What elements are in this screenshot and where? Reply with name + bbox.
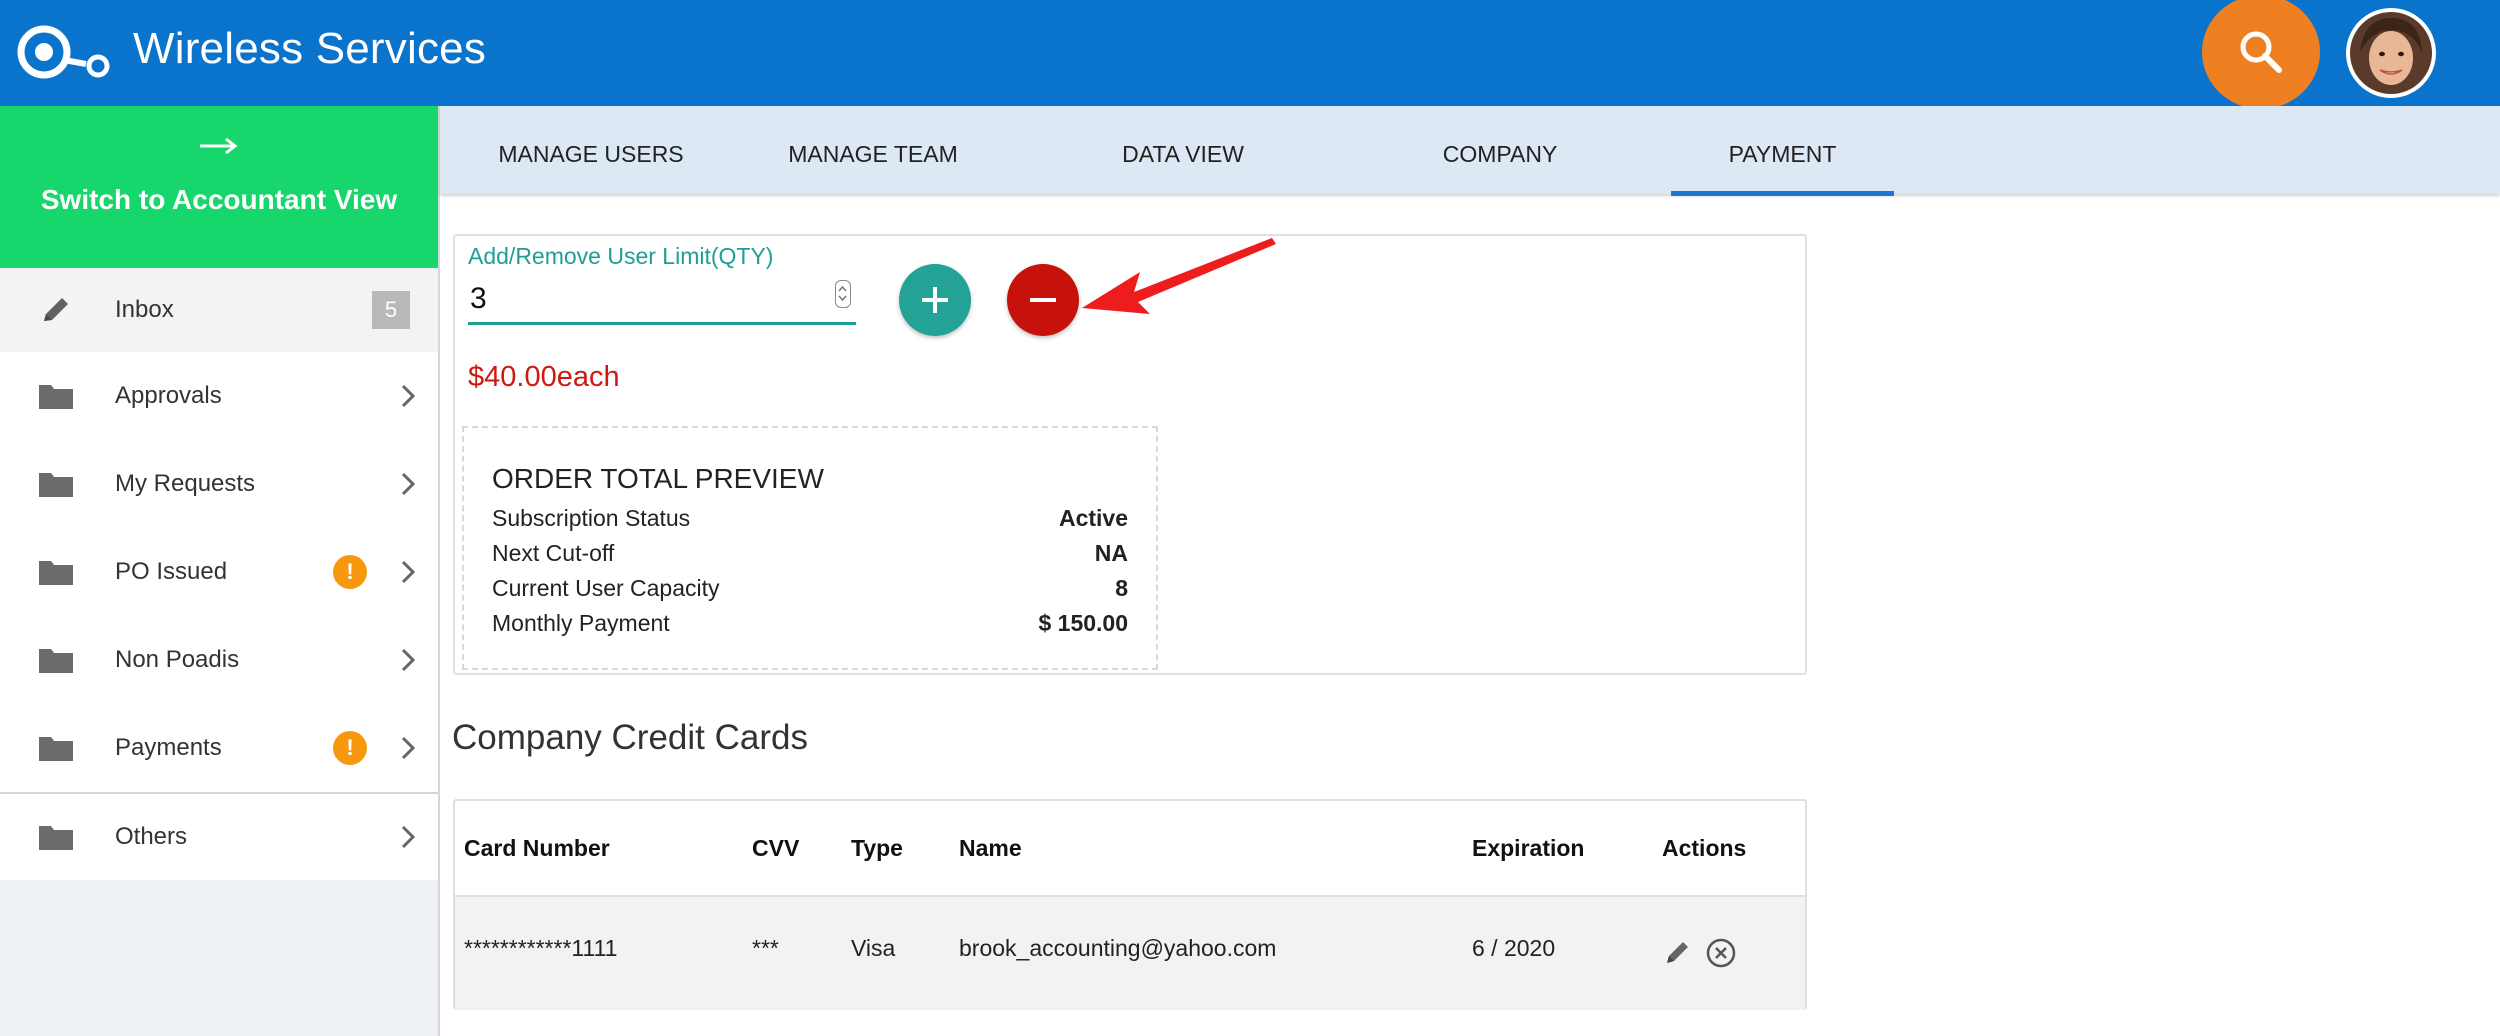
folder-icon	[39, 737, 73, 761]
sidebar-menu: Inbox 5 Approvals My Requests PO Issued …	[0, 268, 438, 880]
preview-row-value: 8	[1115, 575, 1128, 601]
top-app-bar: Wireless Services	[0, 0, 2500, 109]
column-header: Actions	[1662, 835, 1747, 861]
alert-icon: !	[333, 555, 367, 589]
table-row: ************1111 *** Visa brook_accounti…	[455, 897, 1805, 1010]
sidebar-item-label: PO Issued	[115, 558, 228, 585]
inbox-count-badge: 5	[372, 291, 410, 329]
preview-row: Next Cut-off NA	[492, 540, 1128, 572]
tab-manage-users[interactable]: MANAGE USERS	[498, 106, 684, 194]
sidebar-item-label: Others	[115, 823, 188, 850]
card-number-cell: ************1111	[464, 935, 618, 961]
preview-row-value: $ 150.00	[1038, 610, 1128, 636]
sidebar-item-label: Payments	[115, 734, 222, 761]
sidebar-item-others[interactable]: Others	[0, 792, 438, 880]
sidebar-item-label: Approvals	[115, 382, 222, 409]
app-title: Wireless Services	[133, 24, 487, 73]
sidebar-item-non-poadis[interactable]: Non Poadis	[0, 616, 438, 704]
column-header: CVV	[752, 835, 800, 861]
column-header: Card Number	[464, 835, 610, 861]
folder-icon	[39, 473, 73, 497]
sidebar-item-approvals[interactable]: Approvals	[0, 352, 438, 440]
folder-icon	[39, 561, 73, 585]
sidebar-item-my-requests[interactable]: My Requests	[0, 440, 438, 528]
preview-row-value: Active	[1058, 505, 1128, 531]
tab-data-view-request[interactable]: DATA VIEW REQUEST	[1070, 106, 1296, 263]
sidebar-item-payments[interactable]: Payments !	[0, 704, 438, 792]
column-header: Expiration	[1472, 835, 1585, 861]
table-header: Card Number CVV Type Name Expiration Act…	[455, 801, 1805, 897]
sidebar-item-inbox[interactable]: Inbox 5	[0, 268, 438, 352]
expiration-cell: 6 / 2020	[1472, 935, 1556, 961]
column-header: Type	[851, 835, 903, 861]
switch-view-label: Switch to Accountant View	[40, 184, 398, 215]
preview-row-value: NA	[1094, 540, 1128, 566]
close-circle-icon[interactable]	[1705, 937, 1737, 969]
sidebar: Switch to Accountant View Inbox 5 Approv…	[0, 106, 440, 1036]
sidebar-item-po-issued[interactable]: PO Issued !	[0, 528, 438, 616]
preview-row-label: Monthly Payment	[492, 610, 670, 636]
sidebar-item-label: Inbox	[115, 296, 174, 323]
preview-title: ORDER TOTAL PREVIEW	[492, 463, 824, 494]
chevron-right-icon	[401, 560, 416, 584]
chevron-right-icon	[401, 648, 416, 672]
pencil-icon	[44, 298, 68, 321]
chevron-right-icon	[401, 472, 416, 496]
unit-price: $40.00each	[468, 361, 620, 393]
tab-manage-team[interactable]: MANAGE TEAM	[788, 106, 958, 194]
spinner-arrows-icon	[838, 285, 847, 302]
tab-payment[interactable]: PAYMENT	[1671, 106, 1894, 196]
sidebar-item-label: Non Poadis	[115, 646, 240, 673]
remove-user-button[interactable]	[1007, 264, 1079, 336]
minus-icon	[1030, 298, 1056, 302]
chevron-right-icon	[401, 825, 416, 849]
logo-icon	[17, 25, 110, 79]
plus-icon	[922, 287, 948, 313]
search-button[interactable]	[2202, 0, 2320, 109]
annotation-arrow-icon	[1082, 238, 1276, 314]
user-avatar[interactable]	[2346, 8, 2436, 98]
switch-accountant-view-button[interactable]: Switch to Accountant View	[0, 106, 438, 268]
alert-icon: !	[333, 731, 367, 765]
folder-icon	[39, 385, 73, 409]
qty-label: Add/Remove User Limit(QTY)	[468, 243, 774, 269]
credit-cards-table: Card Number CVV Type Name Expiration Act…	[453, 799, 1807, 1010]
chevron-right-icon	[401, 736, 416, 760]
card-name-cell: brook_accounting@yahoo.com	[959, 935, 1277, 961]
arrow-right-icon	[200, 137, 238, 155]
search-icon	[2240, 31, 2282, 73]
cvv-cell: ***	[752, 935, 779, 961]
preview-row-label: Next Cut-off	[492, 540, 615, 566]
edit-icon[interactable]	[1663, 937, 1693, 967]
tab-bar: MANAGE USERS MANAGE TEAM DATA VIEW REQUE…	[440, 106, 2500, 263]
qty-spinner[interactable]	[835, 280, 851, 308]
folder-icon	[39, 826, 73, 850]
chevron-right-icon	[401, 384, 416, 408]
column-header: Name	[959, 835, 1022, 861]
sidebar-item-label: My Requests	[115, 470, 256, 497]
card-type-cell: Visa	[851, 935, 896, 961]
credit-cards-title: Company Credit Cards	[452, 718, 808, 757]
add-user-button[interactable]	[899, 264, 971, 336]
preview-row-label: Subscription Status	[492, 505, 691, 531]
preview-row-label: Current User Capacity	[492, 575, 720, 601]
preview-row: Subscription Status Active	[492, 505, 1128, 537]
qty-input[interactable]	[468, 275, 856, 325]
preview-row: Current User Capacity 8	[492, 575, 1128, 607]
avatar-image	[2350, 12, 2432, 94]
folder-icon	[39, 649, 73, 673]
tab-company-policy[interactable]: COMPANY POLICY	[1400, 106, 1600, 263]
preview-row: Monthly Payment $ 150.00	[492, 610, 1128, 642]
